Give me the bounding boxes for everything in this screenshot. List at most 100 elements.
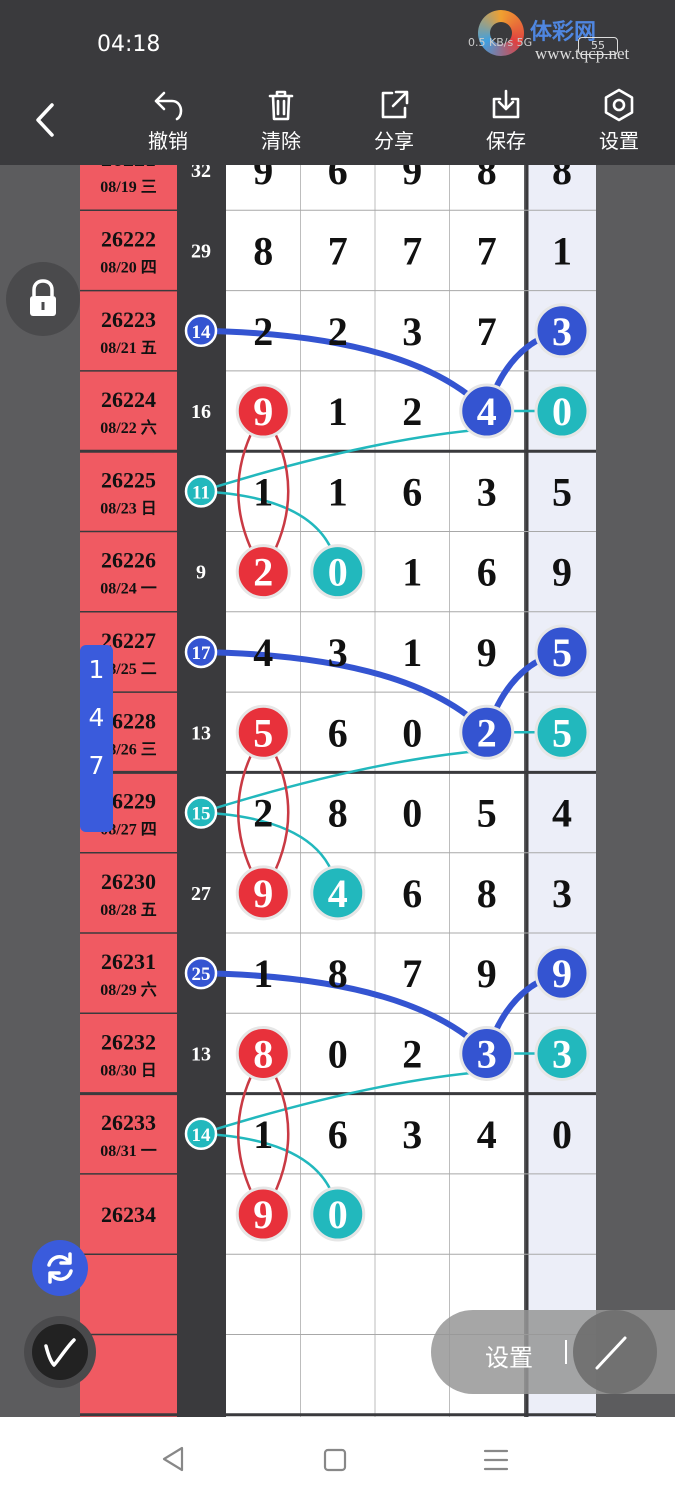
cell-digit: 6	[328, 165, 348, 193]
lock-icon	[30, 279, 56, 316]
cell-digit: 1	[402, 630, 422, 675]
cell-digit: 3	[402, 1112, 422, 1157]
cell-digit: 7	[402, 228, 422, 273]
cell-digit: 1	[328, 389, 348, 434]
sum-value: 32	[191, 165, 211, 182]
ball-digit: 9	[552, 951, 572, 996]
ball-digit: 5	[552, 710, 572, 755]
pen-icon	[44, 1338, 76, 1367]
cell-digit: 1	[253, 469, 273, 514]
refresh-button[interactable]	[32, 1240, 88, 1296]
issue-number: 26223	[101, 307, 156, 332]
sum-value: 14	[192, 1125, 212, 1146]
cell-digit: 7	[477, 228, 497, 273]
ball-digit: 5	[253, 710, 273, 755]
cell-digit: 9	[477, 630, 497, 675]
cell-digit: 3	[477, 469, 497, 514]
home-square-icon[interactable]	[322, 1447, 348, 1473]
cell-digit: 2	[253, 791, 273, 836]
share-label: 分享	[374, 131, 414, 153]
cell-digit: 8	[253, 228, 273, 273]
cell-digit: 7	[328, 228, 348, 273]
cell-digit: 1	[552, 228, 572, 273]
cell-digit: 2	[402, 389, 422, 434]
status-bar: 04:18 0.5 KB/s 5G 体彩网 www.tqcp.net 55	[0, 0, 675, 85]
back-triangle-icon[interactable]	[160, 1445, 186, 1473]
battery-icon: 55	[578, 37, 618, 55]
share-button[interactable]: 分享	[354, 85, 434, 165]
sum-value: 17	[192, 643, 212, 664]
settings-pill-label[interactable]: 设置	[485, 1338, 533, 1373]
undo-icon	[154, 91, 183, 121]
cell-digit: 1	[402, 550, 422, 595]
ball-digit: 0	[328, 1192, 348, 1237]
ball-digit: 9	[253, 871, 273, 916]
cell-digit: 6	[402, 871, 422, 916]
save-label: 保存	[486, 131, 526, 153]
cell-digit: 6	[328, 1112, 348, 1157]
trend-chart[interactable]: 2622108/19 三32969882622208/20 四298777126…	[80, 165, 596, 1417]
menu-lines-icon[interactable]	[482, 1447, 510, 1473]
sum-value: 14	[192, 322, 212, 343]
sum-value: 11	[192, 482, 210, 503]
issue-number: 26234	[101, 1202, 156, 1227]
line-tool-button[interactable]	[573, 1310, 657, 1394]
selector-value[interactable]: 4	[80, 695, 113, 741]
cell-digit: 9	[477, 951, 497, 996]
sum-value: 16	[191, 401, 211, 423]
pen-mode-button[interactable]	[24, 1316, 96, 1388]
cell-digit: 1	[253, 951, 273, 996]
trash-icon	[268, 90, 294, 121]
status-time: 04:18	[97, 32, 161, 57]
number-selector[interactable]: 1 4 7	[80, 645, 113, 832]
issue-date: 08/21 五	[100, 340, 156, 357]
selector-value[interactable]: 7	[80, 743, 113, 789]
undo-button[interactable]: 撤销	[128, 85, 208, 165]
save-button[interactable]: 保存	[466, 85, 546, 165]
clear-button[interactable]: 清除	[241, 85, 321, 165]
selector-value[interactable]: 1	[80, 647, 113, 693]
cell-digit: 5	[477, 791, 497, 836]
cell-digit: 6	[328, 710, 348, 755]
cell-digit: 0	[402, 791, 422, 836]
cell-digit: 9	[402, 165, 422, 193]
back-arrow-icon[interactable]	[28, 100, 60, 140]
issue-date: 08/31 一	[100, 1143, 156, 1160]
issue-number: 26232	[101, 1029, 156, 1054]
clear-label: 清除	[261, 131, 301, 153]
ball-digit: 9	[253, 1192, 273, 1237]
sum-value: 29	[191, 240, 211, 262]
cell-digit: 8	[477, 871, 497, 916]
ball-digit: 5	[552, 630, 572, 675]
cell-digit: 7	[477, 309, 497, 354]
cell-digit: 9	[552, 550, 572, 595]
cell-digit: 3	[402, 309, 422, 354]
cell-digit: 1	[253, 1112, 273, 1157]
cell-digit: 4	[552, 791, 572, 836]
issue-date: 08/19 三	[100, 179, 156, 196]
ball-digit: 9	[253, 389, 273, 434]
cell-digit: 8	[552, 165, 572, 193]
download-icon	[492, 89, 520, 119]
lock-button[interactable]	[6, 262, 80, 336]
issue-number: 26231	[101, 949, 156, 974]
cell-digit: 2	[253, 309, 273, 354]
ball-digit: 8	[253, 1031, 273, 1076]
cell-digit: 8	[328, 791, 348, 836]
settings-icon	[604, 88, 634, 122]
cell-digit: 7	[402, 951, 422, 996]
settings-pill[interactable]: 设置	[431, 1310, 675, 1394]
sum-column-bg	[177, 165, 226, 1417]
sum-value: 27	[191, 883, 211, 905]
cell-digit: 2	[328, 309, 348, 354]
ball-digit: 3	[552, 309, 572, 354]
issue-number: 26230	[101, 869, 156, 894]
settings-button[interactable]: 设置	[579, 85, 659, 165]
issue-number: 26222	[101, 226, 156, 251]
cell-digit: 4	[477, 1112, 497, 1157]
cell-digit: 0	[328, 1031, 348, 1076]
cell-digit: 8	[328, 951, 348, 996]
issue-number: 26225	[101, 467, 156, 492]
issue-date: 08/29 六	[100, 980, 156, 999]
network-speed: 0.5 KB/s 5G	[468, 36, 533, 49]
